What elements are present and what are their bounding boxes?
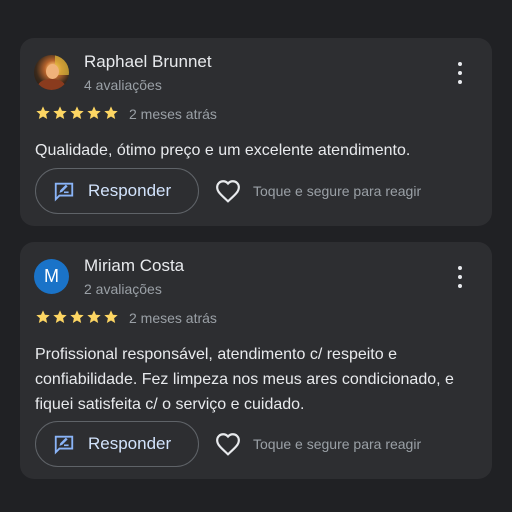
review-text: Qualidade, ótimo preço e um excelente at… (35, 142, 411, 159)
star-icon (53, 106, 67, 119)
star-icon (87, 310, 101, 323)
star-icon (36, 310, 50, 323)
avatar[interactable]: M (34, 259, 69, 294)
star-icon (36, 106, 50, 119)
review-time: 2 meses atrás (129, 106, 217, 122)
avatar[interactable] (34, 55, 69, 90)
avatar-face (46, 64, 59, 79)
star-icon (104, 310, 118, 323)
rate-review-icon (54, 182, 74, 202)
star-icon (70, 106, 84, 119)
more-vert-icon[interactable] (450, 62, 470, 84)
respond-label: Responder (88, 434, 172, 453)
rate-review-icon (54, 435, 74, 455)
reviewer-name[interactable]: Raphael Brunnet (84, 52, 212, 72)
star-icon (104, 106, 118, 119)
respond-button[interactable]: Responder (35, 168, 199, 214)
avatar-shirt (38, 79, 65, 90)
more-vert-icon[interactable] (450, 266, 470, 288)
reviewer-review-count: 2 avaliações (84, 281, 162, 297)
star-rating (35, 105, 119, 121)
react-hint: Toque e segure para reagir (253, 183, 422, 199)
star-icon (53, 310, 67, 323)
review-text: Profissional responsável, atendimento c/… (35, 346, 454, 413)
respond-button[interactable]: Responder (35, 421, 199, 467)
review-time: 2 meses atrás (129, 310, 217, 326)
respond-label: Responder (88, 181, 172, 200)
reviewer-name[interactable]: Miriam Costa (84, 256, 184, 276)
review-card: M Miriam Costa 2 avaliações 2 meses atrá… (20, 242, 492, 479)
heart-outline-icon[interactable] (215, 432, 241, 456)
reviewer-review-count: 4 avaliações (84, 77, 162, 93)
star-icon (70, 310, 84, 323)
heart-outline-icon[interactable] (215, 179, 241, 203)
star-icon (87, 106, 101, 119)
star-rating (35, 309, 119, 325)
review-card: Raphael Brunnet 4 avaliações 2 meses atr… (20, 38, 492, 226)
react-hint: Toque e segure para reagir (253, 436, 422, 452)
